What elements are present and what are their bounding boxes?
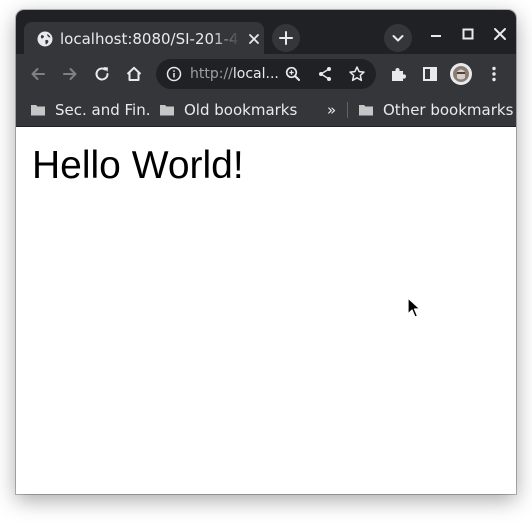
new-tab-button[interactable] <box>272 24 300 52</box>
bookmarks-overflow-button[interactable]: » <box>327 100 336 120</box>
folder-icon <box>359 105 373 116</box>
folder-icon <box>160 105 174 116</box>
bookmark-label: Other bookmarks <box>383 101 514 119</box>
active-tab[interactable]: localhost:8080/SI-201-40 <box>24 22 264 56</box>
tab-title: localhost:8080/SI-201-40 <box>60 30 240 48</box>
bookmark-label: Old bookmarks <box>184 101 298 119</box>
bookmark-folder-other-bookmarks[interactable]: Other bookmarks <box>358 100 513 120</box>
globe-icon <box>37 31 53 47</box>
arrow-right-icon[interactable] <box>60 64 80 84</box>
address-bar[interactable]: http://local... <box>156 59 376 89</box>
bookmarks-bar: Sec. and Fin. Old bookmarks » Other book… <box>16 94 516 127</box>
mouse-cursor-icon <box>407 297 421 318</box>
browser-toolbar: http://local... <box>16 54 516 94</box>
share-icon[interactable] <box>316 65 334 83</box>
page-content: Hello World! <box>16 127 516 494</box>
maximize-icon[interactable] <box>456 24 480 46</box>
url-scheme: http:// <box>190 66 233 82</box>
bookmark-folder-old-bookmarks[interactable]: Old bookmarks <box>159 100 297 120</box>
side-panel-icon[interactable] <box>420 64 440 84</box>
chevron-double-right-icon: » <box>327 101 337 119</box>
page-heading: Hello World! <box>32 144 244 187</box>
tab-search-button[interactable] <box>384 24 412 52</box>
folder-icon <box>31 105 45 116</box>
bookmark-folder-sec-and-fin[interactable]: Sec. and Fin. <box>30 100 151 120</box>
close-window-icon[interactable] <box>488 24 512 46</box>
star-icon[interactable] <box>348 65 366 83</box>
url-text[interactable]: http://local... <box>190 65 286 83</box>
minimize-icon[interactable] <box>424 24 448 46</box>
browser-window: localhost:8080/SI-201-40 http://local...… <box>16 10 516 494</box>
plus-icon <box>279 31 293 45</box>
kebab-menu-icon[interactable] <box>484 64 504 84</box>
zoom-icon[interactable] <box>284 65 302 83</box>
info-icon[interactable] <box>166 66 182 82</box>
bookmarks-divider <box>347 102 348 118</box>
bookmark-label: Sec. and Fin. <box>55 101 151 119</box>
puzzle-icon[interactable] <box>388 64 408 84</box>
tab-strip: localhost:8080/SI-201-40 <box>16 10 516 56</box>
chevron-down-icon <box>392 35 404 42</box>
url-host: local... <box>232 66 279 82</box>
close-icon[interactable] <box>246 31 262 47</box>
avatar[interactable] <box>450 63 472 85</box>
home-icon[interactable] <box>124 64 144 84</box>
arrow-left-icon[interactable] <box>28 64 48 84</box>
reload-icon[interactable] <box>92 64 112 84</box>
